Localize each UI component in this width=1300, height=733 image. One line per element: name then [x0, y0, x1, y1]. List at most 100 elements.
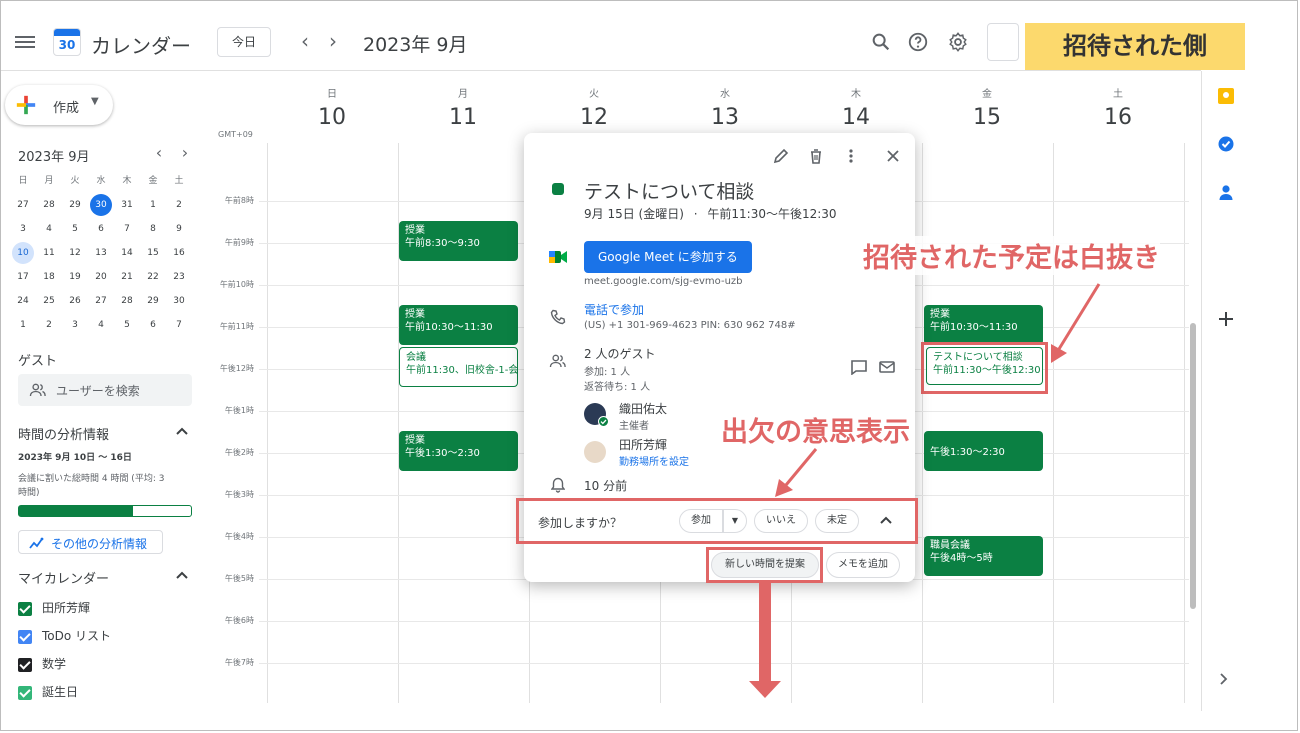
view-switcher[interactable]: [987, 23, 1019, 61]
mini-day[interactable]: 5: [62, 217, 88, 241]
mini-day[interactable]: 6: [140, 313, 166, 337]
settings-gear-icon[interactable]: [947, 31, 969, 53]
analysis-progress-fill: [19, 506, 133, 516]
mini-day[interactable]: 12: [62, 241, 88, 265]
add-addon-icon[interactable]: [1217, 310, 1235, 328]
email-icon[interactable]: [878, 359, 896, 375]
mini-day[interactable]: 20: [88, 265, 114, 289]
today-button[interactable]: 今日: [217, 27, 271, 57]
mini-day[interactable]: 30: [88, 193, 114, 217]
mini-day[interactable]: 16: [166, 241, 192, 265]
mini-day[interactable]: 13: [88, 241, 114, 265]
join-meet-button[interactable]: Google Meet に参加する: [584, 241, 752, 273]
mini-day[interactable]: 25: [36, 289, 62, 313]
more-analysis-button[interactable]: その他の分析情報: [18, 530, 163, 554]
calendar-item[interactable]: 誕生日: [18, 683, 111, 711]
calendar-item[interactable]: 田所芳輝: [18, 599, 111, 627]
mini-day[interactable]: 7: [114, 217, 140, 241]
mini-day[interactable]: 3: [62, 313, 88, 337]
keep-icon[interactable]: [1217, 87, 1235, 105]
guest-search-input[interactable]: ユーザーを検索: [18, 374, 192, 406]
event-class-mon-2[interactable]: 授業 午前10:30〜11:30: [399, 305, 518, 345]
mini-day[interactable]: 27: [88, 289, 114, 313]
mini-day[interactable]: 21: [114, 265, 140, 289]
event-class-mon-3[interactable]: 授業 午後1:30〜2:30: [399, 431, 518, 471]
more-options-icon[interactable]: [842, 147, 860, 165]
day-number[interactable]: 10: [267, 105, 397, 130]
mini-day[interactable]: 1: [140, 193, 166, 217]
day-number[interactable]: 14: [791, 105, 921, 130]
delete-trash-icon[interactable]: [807, 147, 825, 165]
mini-day[interactable]: 26: [62, 289, 88, 313]
main-menu-icon[interactable]: [15, 33, 35, 51]
mini-day-number: 28: [121, 296, 133, 306]
event-class-mon-1[interactable]: 授業 午前8:30〜9:30: [399, 221, 518, 261]
day-number[interactable]: 13: [660, 105, 790, 130]
mini-day[interactable]: 17: [10, 265, 36, 289]
chevron-up-icon[interactable]: [175, 569, 189, 581]
event-class-fri-1[interactable]: 授業 午前10:30〜11:30: [924, 305, 1043, 345]
mini-day[interactable]: 24: [10, 289, 36, 313]
chevron-up-icon[interactable]: [175, 425, 189, 437]
mini-prev-button[interactable]: ‹: [149, 143, 169, 162]
edit-pencil-icon[interactable]: [772, 147, 790, 165]
next-week-button[interactable]: ›: [323, 29, 343, 53]
event-class-fri-2[interactable]: 午後1:30〜2:30: [924, 431, 1043, 471]
prev-week-button[interactable]: ‹: [295, 29, 315, 53]
mini-day[interactable]: 14: [114, 241, 140, 265]
calendar-checkbox[interactable]: [18, 629, 32, 644]
mini-day[interactable]: 4: [88, 313, 114, 337]
event-color-swatch: [552, 183, 564, 195]
mini-day[interactable]: 30: [166, 289, 192, 313]
set-work-location-link[interactable]: 勤務場所を設定: [619, 453, 689, 468]
mini-day[interactable]: 2: [36, 313, 62, 337]
day-number[interactable]: 11: [398, 105, 528, 130]
help-icon[interactable]: [907, 31, 929, 53]
mini-day[interactable]: 8: [140, 217, 166, 241]
mini-day[interactable]: 3: [10, 217, 36, 241]
chat-icon[interactable]: [850, 359, 868, 375]
mini-day[interactable]: 6: [88, 217, 114, 241]
mini-day[interactable]: 22: [140, 265, 166, 289]
mini-day[interactable]: 1: [10, 313, 36, 337]
mini-day[interactable]: 31: [114, 193, 140, 217]
day-number[interactable]: 12: [529, 105, 659, 130]
join-by-phone-link[interactable]: 電話で参加: [584, 301, 644, 318]
event-staff-meeting[interactable]: 職員会議 午後4時〜5時: [924, 536, 1043, 576]
event-meeting-mon[interactable]: 会議 午前11:30、旧校舎-1-会: [399, 347, 518, 387]
chevron-right-icon[interactable]: [1217, 671, 1231, 687]
mini-day[interactable]: 19: [62, 265, 88, 289]
mini-day-number: 26: [69, 296, 81, 306]
mini-day[interactable]: 28: [114, 289, 140, 313]
create-button[interactable]: 作成 ▼: [5, 85, 113, 125]
meet-url[interactable]: meet.google.com/sjg-evmo-uzb: [584, 276, 743, 287]
mini-day[interactable]: 11: [36, 241, 62, 265]
mini-day[interactable]: 4: [36, 217, 62, 241]
contacts-icon[interactable]: [1217, 183, 1235, 201]
grid-scrollbar[interactable]: [1190, 323, 1196, 609]
add-note-button[interactable]: メモを追加: [826, 552, 900, 578]
mini-day[interactable]: 23: [166, 265, 192, 289]
day-number[interactable]: 15: [922, 105, 1052, 130]
calendar-checkbox[interactable]: [18, 601, 32, 616]
mini-day[interactable]: 27: [10, 193, 36, 217]
mini-day[interactable]: 10: [10, 241, 36, 265]
calendar-checkbox[interactable]: [18, 657, 32, 672]
mini-day[interactable]: 29: [62, 193, 88, 217]
mini-day[interactable]: 15: [140, 241, 166, 265]
day-number[interactable]: 16: [1053, 105, 1183, 130]
mini-day[interactable]: 28: [36, 193, 62, 217]
mini-next-button[interactable]: ›: [175, 143, 195, 162]
search-icon[interactable]: [870, 31, 892, 53]
calendar-checkbox[interactable]: [18, 685, 32, 700]
mini-day[interactable]: 2: [166, 193, 192, 217]
mini-day[interactable]: 9: [166, 217, 192, 241]
close-icon[interactable]: [884, 147, 902, 165]
mini-day[interactable]: 5: [114, 313, 140, 337]
mini-day[interactable]: 7: [166, 313, 192, 337]
mini-day[interactable]: 18: [36, 265, 62, 289]
calendar-item[interactable]: ToDo リスト: [18, 627, 111, 655]
calendar-item[interactable]: 数学: [18, 655, 111, 683]
tasks-icon[interactable]: [1217, 135, 1235, 153]
mini-day[interactable]: 29: [140, 289, 166, 313]
